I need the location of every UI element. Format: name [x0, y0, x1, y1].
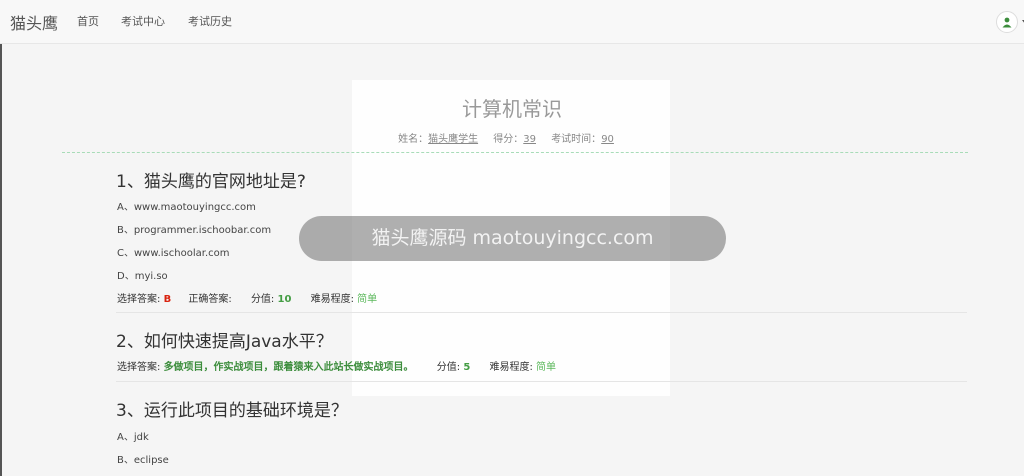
question-3-title: 3、运行此项目的基础环境是？: [116, 401, 348, 421]
difficulty-value: 简单: [536, 362, 557, 373]
score-label: 得分：: [493, 134, 524, 145]
question-1-info: 选择答案: B 正确答案: 分值: 10 难易程度: 简单: [117, 290, 377, 305]
question-1-option-a: A、www.maotouyingcc.com: [117, 202, 256, 213]
time-value: 90: [601, 134, 614, 145]
question-divider: [116, 312, 967, 313]
nav-home[interactable]: 首页: [77, 13, 99, 29]
exam-meta: 姓名：猫头鹰学生 得分：39 考试时间：90: [0, 130, 1024, 145]
question-3-option-b: B、eclipse: [117, 455, 169, 466]
question-1-option-d: D、myi.so: [117, 271, 168, 282]
question-divider: [116, 381, 967, 382]
selected-label: 选择答案:: [117, 362, 161, 373]
time-label: 考试时间：: [551, 134, 602, 145]
question-2-title: 2、如何快速提高Java水平？: [116, 332, 333, 352]
answer-text: 多做项目，作实战项目，跟着猿来入此站长做实战项目。: [163, 362, 414, 373]
name-label: 姓名：: [398, 134, 429, 145]
selected-answer: B: [163, 294, 172, 305]
correct-label: 正确答案:: [188, 294, 232, 305]
question-1-option-b: B、programmer.ischoobar.com: [117, 225, 272, 236]
difficulty-label: 难易程度:: [310, 294, 354, 305]
score-label: 分值:: [250, 294, 275, 305]
score-value: 39: [523, 134, 536, 145]
nav-exam-history[interactable]: 考试历史: [188, 13, 232, 29]
difficulty-label: 难易程度:: [489, 362, 533, 373]
score-value: 10: [277, 294, 292, 305]
selected-label: 选择答案:: [117, 294, 161, 305]
name-value: 猫头鹰学生: [428, 134, 479, 145]
question-1-option-c: C、www.ischoolar.com: [117, 248, 230, 259]
difficulty-value: 简单: [357, 294, 378, 305]
question-1-title: 1、猫头鹰的官网地址是?: [116, 172, 306, 192]
brand-logo[interactable]: 猫头鹰: [10, 10, 58, 34]
avatar[interactable]: [996, 11, 1018, 33]
score-value: 5: [463, 362, 471, 373]
score-label: 分值:: [436, 362, 461, 373]
watermark-banner: 猫头鹰源码 maotouyingcc.com: [299, 216, 726, 261]
top-navbar: 猫头鹰 首页 考试中心 考试历史: [0, 0, 1024, 44]
title-divider: [62, 152, 968, 153]
question-2-info: 选择答案: 多做项目，作实战项目，跟着猿来入此站长做实战项目。 分值: 5 难易…: [117, 358, 556, 373]
question-3-option-a: A、jdk: [117, 432, 149, 443]
exam-title: 计算机常识: [462, 97, 562, 121]
nav-exam-center[interactable]: 考试中心: [121, 13, 165, 29]
user-icon: [1002, 17, 1012, 28]
